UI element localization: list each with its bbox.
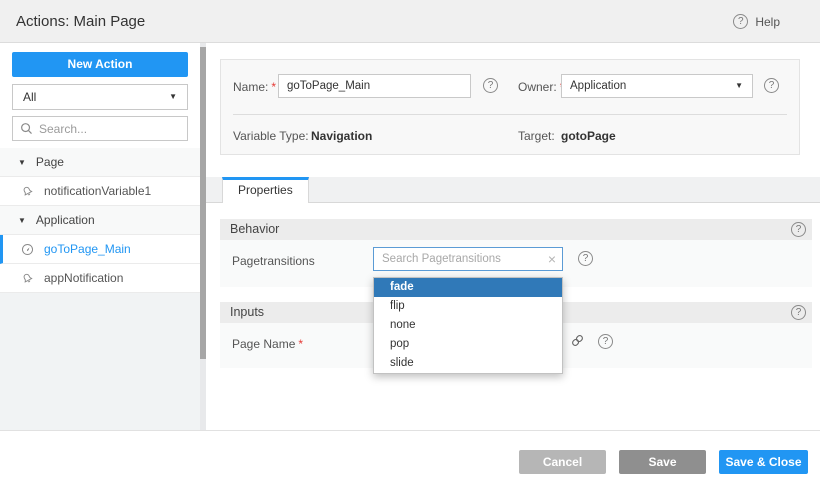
actions-sidebar: New Action All ▼ ▼ Page notificationVari… [0,43,200,430]
owner-help-icon[interactable]: ? [764,78,779,93]
search-icon [20,122,33,135]
dropdown-option-pop[interactable]: pop [374,335,562,354]
dropdown-option-none[interactable]: none [374,316,562,335]
help-label: Help [755,15,780,29]
behavior-section-title: Behavior [230,222,279,236]
inputs-section-title: Inputs [230,305,264,319]
tree-group-application[interactable]: ▼ Application [0,206,200,235]
new-action-button[interactable]: New Action [12,52,188,77]
tree-item-gotopage-main-selected[interactable]: goToPage_Main [0,235,200,264]
owner-select[interactable]: Application ▼ [561,74,753,98]
panel-divider [233,114,787,115]
tree-group-page[interactable]: ▼ Page [0,148,200,177]
page-name-help-icon[interactable]: ? [598,334,613,349]
dropdown-option-flip[interactable]: flip [374,297,562,316]
action-summary-panel: Name:* ? Owner:* Application ▼ ? Variabl… [220,59,800,155]
page-name-label: Page Name* [232,337,303,351]
sidebar-empty-area [0,293,200,430]
pagetransitions-help-icon[interactable]: ? [578,251,593,266]
tab-properties[interactable]: Properties [222,177,309,203]
save-button[interactable]: Save [619,450,706,474]
pagetransitions-label: Pagetransitions [232,254,315,268]
variable-type-value: Navigation [311,129,372,143]
tree-item-label: appNotification [44,271,123,285]
footer-bar: Cancel Save Save & Close [0,430,820,488]
behavior-help-icon[interactable]: ? [791,222,806,237]
cancel-button[interactable]: Cancel [519,450,606,474]
inputs-help-icon[interactable]: ? [791,305,806,320]
collapse-caret-icon: ▼ [18,216,26,225]
required-marker: * [271,80,276,94]
help-icon: ? [733,14,748,29]
link-icon[interactable] [570,333,585,348]
behavior-section-header: Behavior ? [220,219,812,240]
pagetransitions-dropdown-list: fade flip none pop slide [373,277,563,374]
tree-item-notificationvariable1[interactable]: notificationVariable1 [0,177,200,206]
filter-dropdown[interactable]: All ▼ [12,84,188,110]
name-help-icon[interactable]: ? [483,78,498,93]
tree-item-label: notificationVariable1 [44,184,151,198]
actions-tree: ▼ Page notificationVariable1 ▼ Applicati… [0,148,200,293]
required-marker: * [298,337,303,351]
navigation-action-icon [21,243,34,256]
tree-item-label: goToPage_Main [44,242,131,256]
actions-editor-window: Actions: Main Page ? Help New Action All… [0,0,820,488]
name-label: Name:* [233,80,276,94]
pagetransitions-search-box[interactable]: × [373,247,563,271]
tab-bar: Properties [206,177,820,203]
variable-type-label: Variable Type: [233,129,309,143]
tree-group-label: Application [36,213,95,227]
page-title: Actions: Main Page [16,0,145,43]
dropdown-option-fade[interactable]: fade [374,278,562,297]
notification-icon [21,272,34,285]
chevron-down-icon: ▼ [735,75,743,97]
tree-group-label: Page [36,155,64,169]
owner-select-value: Application [570,80,626,92]
target-label: Target: [518,129,555,143]
save-and-close-button[interactable]: Save & Close [719,450,808,474]
sidebar-search-box[interactable] [12,116,188,141]
clear-icon[interactable]: × [548,248,556,270]
filter-dropdown-value: All [23,90,36,104]
header-bar: Actions: Main Page ? Help [0,0,820,43]
collapse-caret-icon: ▼ [18,158,26,167]
owner-label: Owner:* [518,80,564,94]
help-button[interactable]: ? Help [733,14,780,29]
pagetransitions-search-input[interactable] [374,248,534,270]
target-value: gotoPage [561,129,616,143]
tree-item-appnotification[interactable]: appNotification [0,264,200,293]
chevron-down-icon: ▼ [169,85,177,109]
dropdown-option-slide[interactable]: slide [374,354,562,373]
name-field[interactable] [278,74,471,98]
sidebar-search-input[interactable] [39,122,179,136]
action-detail-panel: Name:* ? Owner:* Application ▼ ? Variabl… [206,43,820,430]
notification-icon [21,185,34,198]
